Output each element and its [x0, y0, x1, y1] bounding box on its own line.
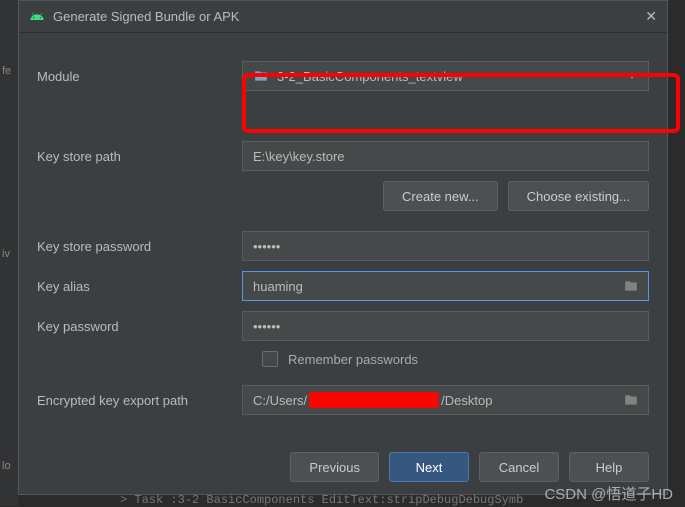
close-icon[interactable]: ✕ [645, 8, 657, 25]
key-password-value: •••••• [253, 319, 280, 334]
choose-existing-button[interactable]: Choose existing... [508, 181, 649, 211]
key-password-label: Key password [37, 319, 242, 334]
remember-passwords-checkbox[interactable] [262, 351, 278, 367]
dialog-footer: Previous Next Cancel Help [37, 452, 649, 482]
key-alias-label: Key alias [37, 279, 242, 294]
key-alias-input[interactable]: huaming [242, 271, 649, 301]
generate-signed-dialog: Generate Signed Bundle or APK ✕ Module 3… [18, 0, 668, 495]
key-alias-value: huaming [253, 279, 303, 294]
remember-passwords-label: Remember passwords [288, 352, 418, 367]
dialog-title: Generate Signed Bundle or APK [53, 9, 239, 24]
background-console-text: > Task :3-2 BasicComponents EditText:str… [120, 493, 523, 507]
export-path-prefix: C:/Users/ [253, 393, 307, 408]
export-path-suffix: /Desktop [441, 393, 492, 408]
browse-icon[interactable] [622, 279, 640, 293]
keystore-password-label: Key store password [37, 239, 242, 254]
cancel-button[interactable]: Cancel [479, 452, 559, 482]
dialog-content: Module 3-2_BasicComponents_textview Key … [19, 33, 667, 415]
keystore-path-label: Key store path [37, 149, 242, 164]
folder-icon [253, 69, 269, 83]
export-path-input[interactable]: C:/Users/ /Desktop [242, 385, 649, 415]
chevron-down-icon [628, 74, 636, 79]
redacted-region [309, 392, 439, 408]
browse-icon[interactable] [622, 393, 640, 407]
background-gutter: fe iv lo [0, 0, 18, 506]
module-value: 3-2_BasicComponents_textview [277, 69, 463, 84]
keystore-password-input[interactable]: •••••• [242, 231, 649, 261]
export-path-label: Encrypted key export path [37, 393, 242, 408]
key-password-input[interactable]: •••••• [242, 311, 649, 341]
keystore-password-value: •••••• [253, 239, 280, 254]
android-icon [29, 9, 45, 25]
module-label: Module [37, 69, 242, 84]
help-button[interactable]: Help [569, 452, 649, 482]
previous-button[interactable]: Previous [290, 452, 379, 482]
create-new-button[interactable]: Create new... [383, 181, 498, 211]
keystore-path-value: E:\key\key.store [253, 149, 345, 164]
titlebar: Generate Signed Bundle or APK ✕ [19, 1, 667, 33]
module-dropdown[interactable]: 3-2_BasicComponents_textview [242, 61, 649, 91]
keystore-path-input[interactable]: E:\key\key.store [242, 141, 649, 171]
next-button[interactable]: Next [389, 452, 469, 482]
